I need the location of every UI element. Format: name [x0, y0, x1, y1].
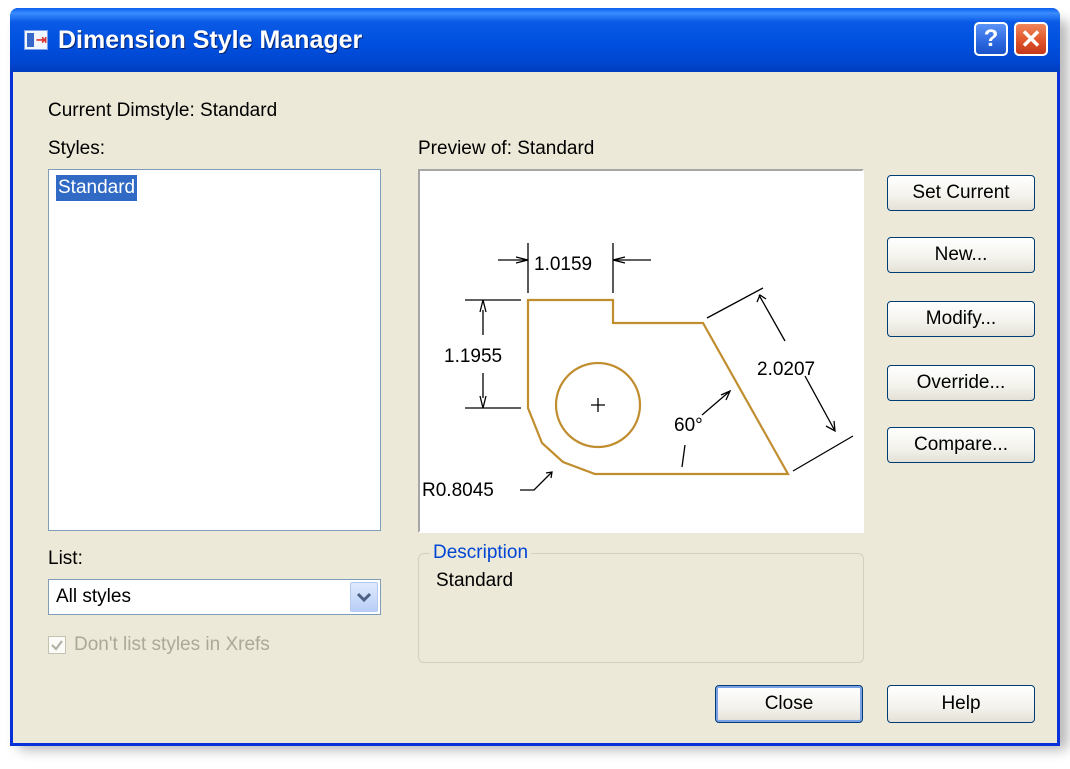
- compare-button[interactable]: Compare...: [887, 427, 1035, 463]
- help-question-button[interactable]: ?: [974, 22, 1008, 56]
- part-outline: [526, 298, 790, 476]
- dim-height-label: 1.1955: [444, 346, 502, 367]
- close-window-button[interactable]: ✕: [1014, 22, 1048, 56]
- dimension-preview-drawing: 1.0159 1.1955 2.0207 60° R0.8045: [422, 243, 854, 501]
- help-button[interactable]: Help: [887, 685, 1035, 723]
- close-button[interactable]: Close: [715, 685, 863, 723]
- dropdown-arrow-button[interactable]: [350, 582, 378, 612]
- dim-radius-label: R0.8045: [422, 480, 494, 501]
- list-filter-select[interactable]: All styles: [48, 579, 381, 615]
- dimstyle-app-icon: ⇥: [24, 30, 48, 50]
- set-current-button[interactable]: Set Current: [887, 175, 1035, 211]
- xrefs-checkbox[interactable]: [48, 636, 66, 654]
- window-title: Dimension Style Manager: [58, 26, 363, 54]
- list-label: List:: [48, 548, 83, 569]
- dim-angle-label: 60°: [674, 415, 703, 436]
- description-legend: Description: [430, 541, 532, 565]
- style-item-standard[interactable]: Standard: [56, 175, 138, 201]
- checkmark-icon: [51, 640, 63, 651]
- current-dimstyle-label: Current Dimstyle: Standard: [48, 100, 278, 121]
- list-filter-value: All styles: [56, 586, 131, 607]
- description-text: Standard: [436, 570, 514, 591]
- dim-width-label: 1.0159: [534, 254, 592, 275]
- override-button[interactable]: Override...: [887, 365, 1035, 401]
- dimension-style-manager-dialog: ⇥ Dimension Style Manager ? ✕ Current Di…: [10, 8, 1060, 746]
- styles-listbox[interactable]: Standard: [48, 169, 381, 531]
- preview-label: Preview of: Standard: [418, 138, 595, 159]
- xrefs-checkbox-label: Don't list styles in Xrefs: [74, 634, 270, 655]
- styles-label: Styles:: [48, 138, 106, 159]
- description-group: Description Standard: [418, 541, 864, 663]
- chevron-down-icon: [356, 592, 372, 603]
- title-bar[interactable]: ⇥ Dimension Style Manager ? ✕: [10, 8, 1060, 72]
- dimstyle-preview: 1.0159 1.1955 2.0207 60° R0.8045: [418, 169, 864, 533]
- modify-button[interactable]: Modify...: [887, 301, 1035, 337]
- new-button[interactable]: New...: [887, 237, 1035, 273]
- dim-slant-label: 2.0207: [757, 359, 815, 380]
